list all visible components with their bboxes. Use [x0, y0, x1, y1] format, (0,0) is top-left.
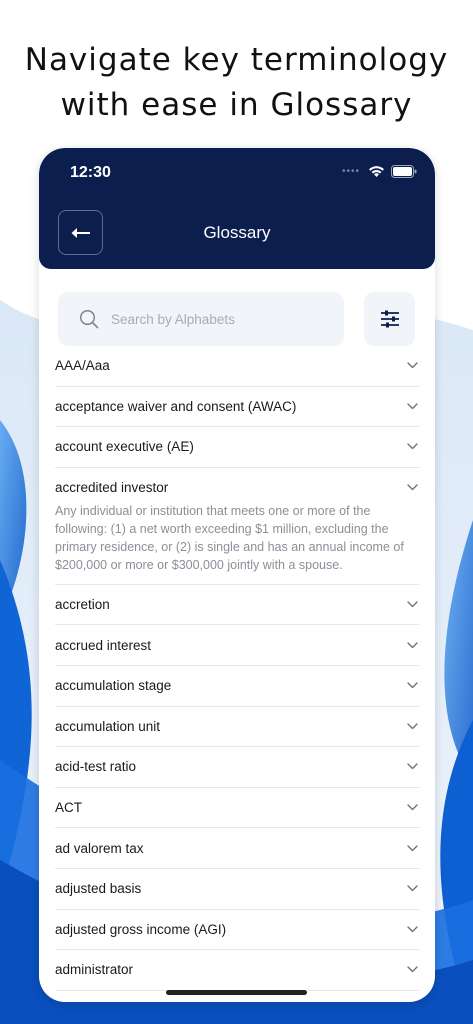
glossary-item[interactable]: accretion	[55, 585, 419, 626]
glossary-item[interactable]: adjusted gross income (AGI)	[55, 910, 419, 951]
glossary-item-header[interactable]: acid-test ratio	[55, 747, 419, 787]
chevron-down-icon[interactable]	[405, 801, 419, 815]
glossary-item[interactable]: accrued interest	[55, 625, 419, 666]
glossary-term: accumulation stage	[55, 678, 172, 694]
glossary-item[interactable]: account executive (AE)	[55, 427, 419, 468]
chevron-down-icon[interactable]	[405, 638, 419, 652]
chevron-down-icon[interactable]	[405, 963, 419, 977]
wifi-icon	[369, 165, 384, 177]
search-icon	[79, 309, 99, 329]
glossary-item[interactable]: ad valorem tax	[55, 828, 419, 869]
chevron-down-icon[interactable]	[405, 598, 419, 612]
chevron-down-icon[interactable]	[405, 481, 419, 495]
headline: Navigate key terminology with ease in Gl…	[0, 38, 473, 128]
glossary-item[interactable]: accumulation stage	[55, 666, 419, 707]
glossary-term: accredited investor	[55, 480, 169, 496]
glossary-term: adjusted gross income (AGI)	[55, 921, 227, 937]
glossary-item[interactable]: acid-test ratio	[55, 747, 419, 788]
filter-button[interactable]	[364, 292, 415, 346]
glossary-term: ad valorem tax	[55, 840, 144, 856]
glossary-item-header[interactable]: acceptance waiver and consent (AWAC)	[55, 387, 419, 427]
glossary-item[interactable]: administrator	[55, 950, 419, 991]
chevron-down-icon[interactable]	[405, 679, 419, 693]
glossary-term: ACT	[55, 800, 82, 816]
glossary-item-header[interactable]: AAA/Aaa	[55, 346, 419, 386]
glossary-term: account executive (AE)	[55, 439, 194, 455]
glossary-item-header[interactable]: ad valorem tax	[55, 828, 419, 868]
glossary-item-header[interactable]: adjusted gross income (AGI)	[55, 910, 419, 950]
glossary-term: adjusted basis	[55, 881, 142, 897]
glossary-item[interactable]: acceptance waiver and consent (AWAC)	[55, 387, 419, 428]
glossary-item-header[interactable]: administrator	[55, 950, 419, 990]
glossary-item[interactable]: accumulation unit	[55, 707, 419, 748]
search-field[interactable]: Search by Alphabets	[58, 292, 344, 346]
filter-sliders-icon	[380, 310, 399, 328]
glossary-term: accumulation unit	[55, 718, 161, 734]
chevron-down-icon[interactable]	[405, 760, 419, 774]
battery-icon	[391, 164, 417, 178]
glossary-term: acid-test ratio	[55, 759, 137, 775]
home-indicator[interactable]	[166, 990, 307, 995]
glossary-item[interactable]: AAA/Aaa	[55, 346, 419, 387]
phone-frame: 12:30 •••• Glossary Search by Alphabets …	[39, 148, 435, 1002]
chevron-down-icon[interactable]	[405, 922, 419, 936]
glossary-item-header[interactable]: ACT	[55, 788, 419, 828]
status-icons: ••••	[342, 163, 417, 179]
glossary-item-header[interactable]: accumulation stage	[55, 666, 419, 706]
glossary-term: accretion	[55, 597, 110, 613]
headline-line-2: with ease in Glossary	[60, 87, 413, 123]
glossary-item-header[interactable]: account executive (AE)	[55, 427, 419, 467]
glossary-item-header[interactable]: adjusted basis	[55, 869, 419, 909]
chevron-down-icon[interactable]	[405, 841, 419, 855]
glossary-item-header[interactable]: accretion	[55, 585, 419, 625]
glossary-term: administrator	[55, 962, 134, 978]
chevron-down-icon[interactable]	[405, 719, 419, 733]
glossary-list: AAA/Aaa acceptance waiver and consent (AW…	[55, 346, 419, 991]
chevron-down-icon[interactable]	[405, 882, 419, 896]
glossary-item[interactable]: ACT	[55, 788, 419, 829]
glossary-item-header[interactable]: accumulation unit	[55, 707, 419, 747]
glossary-item-header[interactable]: accrued interest	[55, 625, 419, 665]
chevron-down-icon[interactable]	[405, 359, 419, 373]
signal-dots-icon: ••••	[341, 165, 360, 177]
glossary-definition: Any individual or institution that meets…	[55, 503, 404, 572]
chevron-down-icon[interactable]	[405, 399, 419, 413]
chevron-down-icon[interactable]	[405, 440, 419, 454]
glossary-item[interactable]: adjusted basis	[55, 869, 419, 910]
status-time: 12:30	[70, 164, 111, 181]
glossary-term: acceptance waiver and consent (AWAC)	[55, 398, 297, 414]
glossary-item[interactable]: accredited investor Any individual or ins…	[55, 468, 419, 585]
app-header: 12:30 •••• Glossary	[39, 148, 435, 269]
search-placeholder: Search by Alphabets	[111, 311, 235, 327]
glossary-term: accrued interest	[55, 637, 152, 653]
glossary-term: AAA/Aaa	[55, 358, 110, 374]
page-title: Glossary	[203, 223, 271, 242]
headline-line-1: Navigate key terminology	[24, 42, 449, 78]
